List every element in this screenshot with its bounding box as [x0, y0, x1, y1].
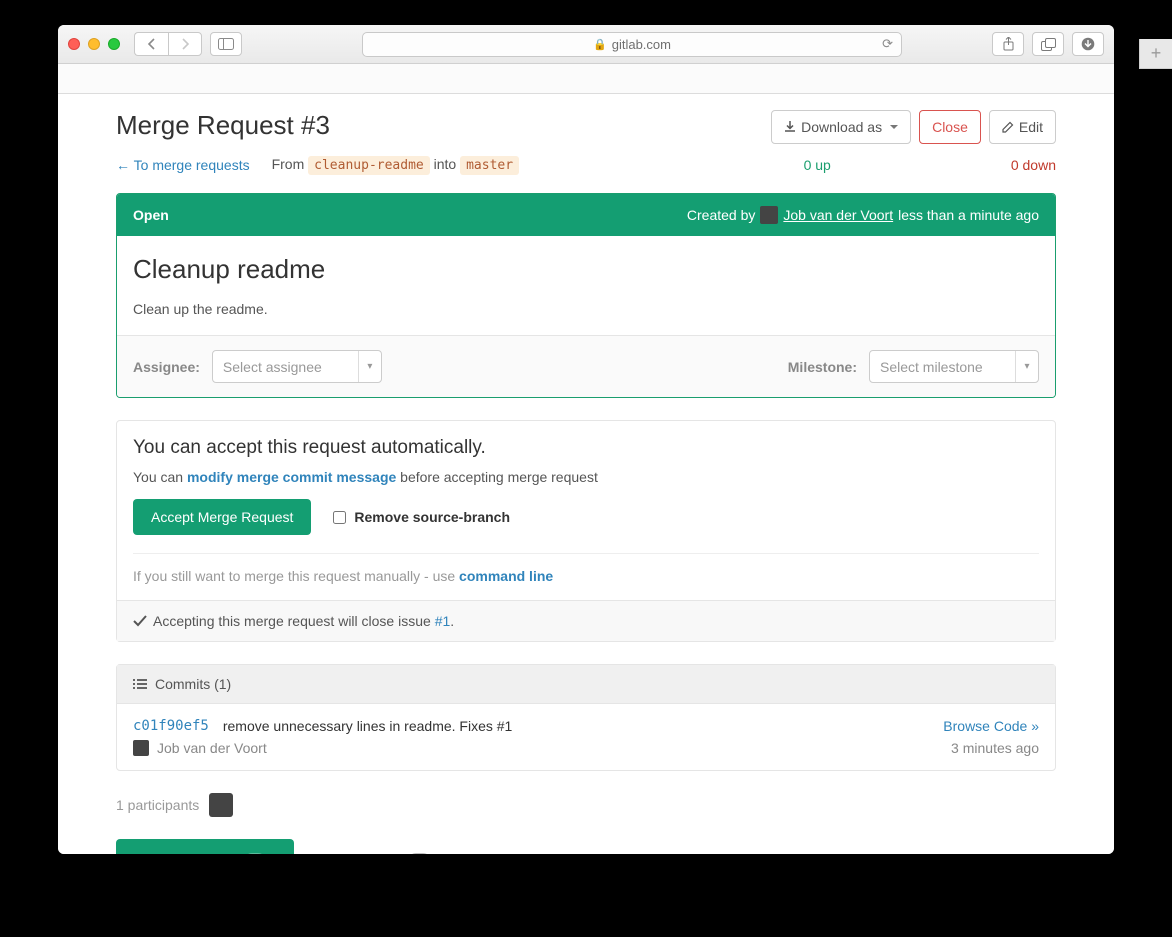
milestone-select[interactable]: Select milestone [869, 350, 1039, 383]
accept-box: You can accept this request automaticall… [116, 420, 1056, 642]
commit-author-avatar [133, 740, 149, 756]
commit-row: c01f90ef5 remove unnecessary lines in re… [117, 704, 1055, 770]
tabs: Discussion 0 Changes 1 [116, 839, 1056, 854]
tab-discussion[interactable]: Discussion 0 [116, 839, 294, 854]
chevron-left-icon [147, 38, 157, 50]
source-branch: cleanup-readme [308, 156, 430, 175]
edit-mr-button[interactable]: Edit [989, 110, 1056, 144]
votes-down: 0 down [1011, 157, 1056, 173]
edit-label: Edit [1019, 119, 1043, 135]
sidebar-icon [218, 38, 234, 50]
reload-button[interactable]: ⟳ [882, 36, 893, 52]
download-icon [784, 121, 796, 133]
chevron-right-icon [180, 38, 190, 50]
created-time: less than a minute ago [898, 207, 1039, 223]
commit-sha[interactable]: c01f90ef5 [133, 718, 209, 734]
back-button[interactable] [134, 32, 168, 56]
author-avatar [760, 206, 778, 224]
downloads-button[interactable] [1072, 32, 1104, 56]
accept-merge-button[interactable]: Accept Merge Request [133, 499, 311, 535]
download-as-button[interactable]: Download as [771, 110, 911, 144]
mr-panel-header: Open Created by Job van der Voort less t… [117, 194, 1055, 236]
titlebar: 🔒 gitlab.com ⟳ [58, 25, 1114, 64]
created-by-label: Created by [687, 207, 755, 223]
mr-panel: Open Created by Job van der Voort less t… [116, 193, 1056, 398]
author-link[interactable]: Job van der Voort [783, 207, 893, 223]
accept-subtext: You can modify merge commit message befo… [133, 469, 1039, 485]
tab-strip: + [58, 64, 1114, 94]
download-as-label: Download as [801, 119, 882, 135]
pencil-icon [1002, 121, 1014, 133]
remove-branch-checkbox[interactable] [333, 511, 346, 524]
url-text: gitlab.com [612, 37, 671, 52]
download-circle-icon [1081, 37, 1095, 51]
accept-footer: Accepting this merge request will close … [117, 600, 1055, 641]
zoom-window-button[interactable] [108, 38, 120, 50]
commit-author: Job van der Voort [157, 740, 267, 756]
browse-code-link[interactable]: Browse Code » [943, 718, 1039, 734]
page-content: Merge Request #3 Download as Close Edit … [58, 94, 1114, 854]
share-button[interactable] [992, 32, 1024, 56]
close-label: Close [932, 119, 968, 135]
tabs-icon [1041, 38, 1056, 51]
remove-branch-label[interactable]: Remove source-branch [333, 509, 510, 525]
accept-heading: You can accept this request automaticall… [133, 437, 1039, 459]
changes-count: 1 [408, 853, 431, 854]
discussion-count: 0 [244, 853, 267, 854]
back-to-mrs-link[interactable]: ← To merge requests [116, 157, 250, 173]
commits-box: Commits (1) c01f90ef5 remove unnecessary… [116, 664, 1056, 771]
commits-header: Commits (1) [117, 665, 1055, 704]
manual-merge-text: If you still want to merge this request … [133, 568, 1039, 584]
mr-title: Cleanup readme [133, 254, 1039, 285]
participants-label: 1 participants [116, 797, 199, 813]
votes-up: 0 up [804, 157, 831, 173]
tab-changes[interactable]: Changes 1 [294, 839, 459, 854]
minimize-window-button[interactable] [88, 38, 100, 50]
assignee-label: Assignee: [133, 359, 200, 375]
check-icon [133, 615, 147, 627]
sub-header: ← To merge requests From cleanup-readme … [116, 156, 1056, 173]
close-window-button[interactable] [68, 38, 80, 50]
assignee-select[interactable]: Select assignee [212, 350, 382, 383]
page-title: Merge Request #3 [116, 110, 771, 141]
participant-avatar[interactable] [209, 793, 233, 817]
tabs-button[interactable] [1032, 32, 1064, 56]
issue-link[interactable]: #1 [435, 613, 451, 629]
sidebar-toggle-button[interactable] [210, 32, 242, 56]
browser-window: 🔒 gitlab.com ⟳ + Merge Request #3 D [58, 25, 1114, 854]
close-mr-button[interactable]: Close [919, 110, 981, 144]
milestone-label: Milestone: [788, 359, 857, 375]
assignee-placeholder: Select assignee [223, 359, 322, 375]
commit-message: remove unnecessary lines in readme. Fixe… [223, 718, 512, 734]
share-icon [1002, 37, 1015, 51]
milestone-placeholder: Select milestone [880, 359, 983, 375]
modify-commit-link[interactable]: modify merge commit message [187, 469, 396, 485]
target-branch: master [460, 156, 519, 175]
forward-button[interactable] [168, 32, 202, 56]
url-bar[interactable]: 🔒 gitlab.com ⟳ [362, 32, 902, 57]
nav-buttons [134, 32, 202, 56]
mr-description: Clean up the readme. [133, 301, 1039, 317]
mr-header: Merge Request #3 Download as Close Edit [116, 110, 1056, 144]
list-icon [133, 678, 147, 690]
command-line-link[interactable]: command line [459, 568, 553, 584]
lock-icon: 🔒 [593, 38, 607, 51]
mr-state: Open [133, 207, 169, 223]
branch-info: From cleanup-readme into master [272, 156, 519, 173]
commit-time: 3 minutes ago [951, 740, 1039, 756]
window-controls [68, 38, 120, 50]
participants: 1 participants [116, 793, 1056, 817]
